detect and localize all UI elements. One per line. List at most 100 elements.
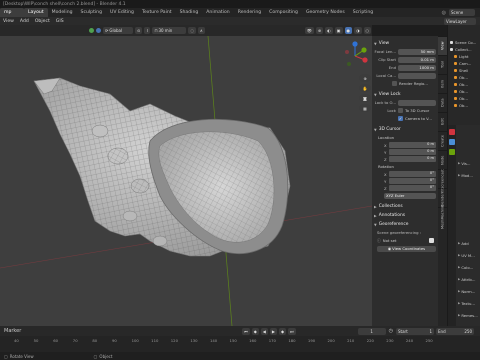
- focal-length-field[interactable]: 50 mm: [398, 48, 436, 55]
- cursor-location-field[interactable]: 0 m: [389, 142, 436, 148]
- workspace-tab[interactable]: Geometry Nodes: [302, 8, 349, 17]
- play-icon[interactable]: ▶: [269, 327, 277, 335]
- properties-section[interactable]: ▶ UV M...: [458, 251, 480, 259]
- view-dot-icon[interactable]: [96, 28, 101, 33]
- material-shading-icon[interactable]: ◑: [354, 27, 362, 34]
- timeline-ruler[interactable]: 40 50 60 70 80 90 100 110 120 130 140 150 160 170 180 1…: [0, 336, 480, 352]
- properties-section[interactable]: ▶ Add: [458, 239, 480, 247]
- marker-menu[interactable]: Marker: [0, 328, 21, 334]
- section-georeference[interactable]: ▼ Georeference: [374, 221, 436, 228]
- falloff-icon[interactable]: ∧: [197, 27, 205, 34]
- outliner-item[interactable]: Ob...: [448, 95, 480, 102]
- pan-hand-icon[interactable]: ✋: [359, 84, 371, 92]
- sidebar-tab[interactable]: MeshMachine: [438, 205, 447, 229]
- outliner-item[interactable]: Shell: [448, 67, 480, 74]
- properties-section[interactable]: ▶ Attrib...: [458, 275, 480, 283]
- end-frame-field[interactable]: End 250: [436, 327, 474, 335]
- local-camera-field[interactable]: [398, 72, 436, 79]
- camera-to-view-checkbox[interactable]: ✓: [398, 116, 403, 121]
- data-props-icon[interactable]: [449, 149, 455, 155]
- section-collections[interactable]: ▶ Collections: [374, 203, 436, 210]
- clip-end-field[interactable]: 1000 m: [398, 64, 436, 71]
- outliner-item[interactable]: Cam...: [448, 60, 480, 67]
- mode-dot-icon[interactable]: [89, 28, 94, 33]
- properties-section[interactable]: ▶ Mod...: [458, 171, 480, 179]
- clip-start-field[interactable]: 0.01 m: [398, 56, 436, 63]
- section-view-lock[interactable]: ▼ View Lock: [374, 91, 436, 98]
- gizmo-z-icon[interactable]: [352, 41, 358, 47]
- outliner-item[interactable]: Ob...: [448, 74, 480, 81]
- menu-add[interactable]: Add: [17, 19, 32, 24]
- cursor-rotation-field[interactable]: 0°: [389, 178, 436, 184]
- zoom-icon[interactable]: ⊕: [359, 74, 371, 82]
- sidebar-tab[interactable]: Data: [438, 93, 447, 112]
- view-coordinates-button[interactable]: ◉View Coordinates: [377, 245, 436, 252]
- xray-icon[interactable]: ▣: [334, 27, 343, 34]
- properties-section[interactable]: ▶ Remes...: [458, 311, 480, 319]
- outliner-item[interactable]: Ob...: [448, 102, 480, 109]
- to-3d-cursor-checkbox[interactable]: [398, 108, 403, 113]
- cursor-location-field[interactable]: 0 m: [389, 149, 436, 155]
- outliner-item[interactable]: Ob...: [448, 81, 480, 88]
- outliner-item[interactable]: Light: [448, 53, 480, 60]
- workspace-tab[interactable]: Modeling: [48, 8, 77, 17]
- snap-icon[interactable]: ⌇: [144, 27, 151, 34]
- cursor-rotation-field[interactable]: 0°: [389, 171, 436, 177]
- overlay-icon[interactable]: ◐: [325, 27, 333, 34]
- grid-icon[interactable]: ▦: [359, 104, 371, 112]
- conch-shell-mesh[interactable]: [33, 77, 291, 257]
- render-region-checkbox[interactable]: [392, 81, 397, 86]
- render-shading-icon[interactable]: ○: [363, 27, 371, 34]
- menu-gis[interactable]: GIS: [53, 19, 67, 24]
- lock-object-field[interactable]: [398, 99, 436, 106]
- proportional-icon[interactable]: ◌: [188, 27, 196, 34]
- workspace-tab[interactable]: Sculpting: [77, 8, 106, 17]
- snap-selector[interactable]: ⊓ 30 min: [152, 27, 187, 34]
- pivot-icon[interactable]: ⊙: [135, 27, 143, 34]
- jump-end-icon[interactable]: ⏭: [288, 327, 296, 335]
- object-props-icon[interactable]: [449, 129, 455, 135]
- workspace-tab[interactable]: Animation: [202, 8, 233, 17]
- navigation-gizmo[interactable]: [340, 40, 370, 70]
- next-keyframe-icon[interactable]: ◆: [278, 327, 287, 335]
- properties-editor[interactable]: ▶ Vis... ▶ Mod... ▶ Add ▶ UV M... ▶ Colo... ▶ Attri…: [447, 125, 480, 342]
- properties-section[interactable]: ▶ Textu...: [458, 299, 480, 307]
- workspace-tab[interactable]: Shading: [176, 8, 203, 17]
- viewport-canvas[interactable]: [0, 36, 372, 326]
- visibility-icon[interactable]: 👁: [304, 27, 314, 34]
- menu-view[interactable]: View: [0, 19, 17, 24]
- modifier-props-icon[interactable]: [449, 139, 455, 145]
- outliner[interactable]: Scene Co... Collect... Light Cam... Shell Ob.…: [447, 25, 480, 125]
- render-region-row[interactable]: Render Regio...: [374, 80, 436, 87]
- gizmo-icon[interactable]: ⊕: [315, 27, 324, 34]
- scene-selector[interactable]: ◎ Scene: [442, 9, 476, 16]
- prev-keyframe-icon[interactable]: ◆: [251, 327, 259, 335]
- menu-object[interactable]: Object: [32, 19, 53, 24]
- sidebar-tab[interactable]: Item: [438, 74, 447, 93]
- section-3d-cursor[interactable]: ▼ 3D Cursor: [374, 126, 436, 133]
- workspace-tab[interactable]: Rendering: [234, 8, 265, 17]
- properties-section[interactable]: ▶ Colo...: [458, 263, 480, 271]
- 3d-viewport[interactable]: ⊕ ✋ ◙ ▦: [0, 36, 372, 326]
- app-menu[interactable]: mp: [0, 8, 24, 17]
- cursor-rotation-field[interactable]: 0°: [389, 185, 436, 191]
- sidebar-tab[interactable]: Screencast: [438, 169, 447, 189]
- workspace-tab[interactable]: Layout: [24, 8, 48, 17]
- cursor-location-field[interactable]: 0 m: [389, 156, 436, 162]
- camera-icon[interactable]: ◙: [359, 94, 371, 102]
- georef-toggle[interactable]: [429, 238, 434, 243]
- scene-name[interactable]: Scene: [449, 9, 475, 16]
- sidebar-tab[interactable]: Tool: [438, 55, 447, 74]
- gizmo-x-icon[interactable]: [362, 57, 368, 63]
- current-frame-field[interactable]: 1: [357, 327, 386, 335]
- rotation-mode-dropdown[interactable]: XYZ Euler: [384, 192, 436, 199]
- sidebar-tab[interactable]: Edit: [438, 112, 447, 131]
- outliner-item[interactable]: Collect...: [448, 46, 480, 53]
- play-reverse-icon[interactable]: ◀: [260, 327, 268, 335]
- workspace-tab[interactable]: Texture Paint: [138, 8, 176, 17]
- workspace-tab[interactable]: Compositing: [265, 8, 302, 17]
- section-view[interactable]: ▼ View: [374, 40, 436, 47]
- properties-section[interactable]: ▶ Vis...: [458, 159, 480, 167]
- transform-orientation-dropdown[interactable]: ⟳ Global: [103, 27, 133, 34]
- sidebar-tab[interactable]: Node: [438, 150, 447, 169]
